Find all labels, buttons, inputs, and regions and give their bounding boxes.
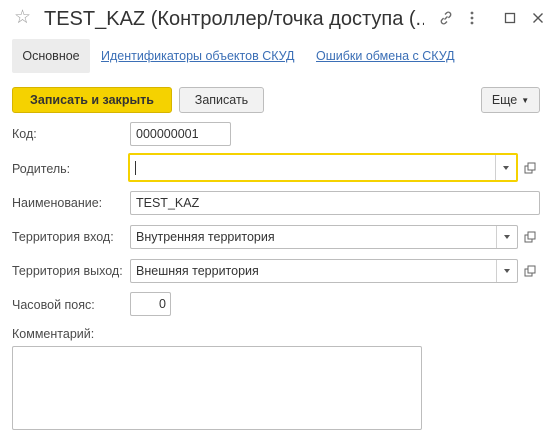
comment-label: Комментарий: (12, 327, 95, 341)
tab-main[interactable]: Основное (12, 39, 90, 73)
name-value: TEST_KAZ (136, 196, 200, 210)
chevron-down-icon (503, 165, 509, 170)
code-field[interactable]: 000000001 (130, 122, 231, 146)
tab-exchange-errors[interactable]: Ошибки обмена с СКУД (316, 39, 455, 73)
territory-in-dropdown-button[interactable] (496, 226, 517, 248)
more-button-label: Еще (491, 93, 518, 107)
code-value: 000000001 (136, 127, 199, 141)
code-label: Код: (12, 127, 37, 141)
title-bar: ☆ TEST_KAZ (Контроллер/точка доступа (..… (0, 0, 559, 38)
star-icon[interactable]: ☆ (14, 8, 34, 28)
territory-out-dropdown-button[interactable] (496, 260, 517, 282)
window-title: TEST_KAZ (Контроллер/точка доступа (... (44, 8, 424, 30)
timezone-label: Часовой пояс: (12, 298, 95, 312)
text-cursor (135, 161, 136, 175)
comment-textarea[interactable] (12, 346, 422, 430)
save-and-close-button[interactable]: Записать и закрыть (12, 87, 172, 113)
more-button[interactable]: Еще ▼ (481, 87, 540, 113)
territory-in-value: Внутренняя территория (136, 230, 275, 244)
parent-label: Родитель: (12, 162, 71, 176)
territory-out-field[interactable]: Внешняя территория (130, 259, 518, 283)
open-form-icon[interactable] (520, 261, 540, 281)
link-icon[interactable] (438, 10, 454, 26)
timezone-field[interactable]: 0 (130, 292, 171, 316)
territory-in-field[interactable]: Внутренняя территория (130, 225, 518, 249)
parent-field[interactable] (128, 153, 518, 182)
close-icon[interactable] (530, 10, 546, 26)
parent-dropdown-button[interactable] (495, 155, 516, 180)
chevron-down-icon (504, 235, 510, 239)
name-label: Наименование: (12, 196, 103, 210)
tab-access-identifiers[interactable]: Идентификаторы объектов СКУД (101, 39, 295, 73)
chevron-down-icon: ▼ (521, 96, 530, 105)
more-options-icon[interactable] (464, 10, 480, 26)
maximize-icon[interactable] (502, 10, 518, 26)
open-form-icon[interactable] (520, 227, 540, 247)
timezone-value: 0 (159, 297, 166, 311)
chevron-down-icon (504, 269, 510, 273)
territory-out-value: Внешняя территория (136, 264, 259, 278)
territory-out-label: Территория выход: (12, 264, 123, 278)
name-field[interactable]: TEST_KAZ (130, 191, 540, 215)
save-button[interactable]: Записать (179, 87, 264, 113)
open-form-icon[interactable] (520, 158, 540, 178)
territory-in-label: Территория вход: (12, 230, 114, 244)
